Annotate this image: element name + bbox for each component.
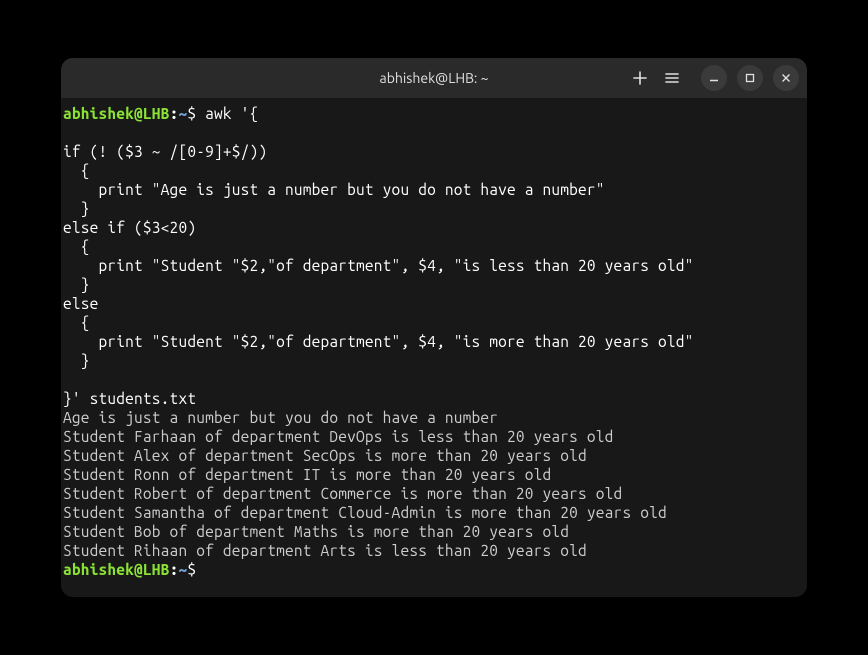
command-line-14: }	[63, 352, 90, 369]
command-line-7: else if ($3<20)	[63, 219, 196, 236]
prompt-symbol-2: $	[187, 561, 196, 578]
new-tab-button[interactable]	[631, 69, 649, 87]
command-line-11: else	[63, 295, 99, 312]
command-line-16: }' students.txt	[63, 390, 196, 407]
command-line-10: }	[63, 276, 90, 293]
prompt-path-2: ~	[178, 561, 187, 578]
minimize-button[interactable]	[701, 65, 727, 91]
terminal-body[interactable]: abhishek@LHB:~$ awk '{ if (! ($3 ~ /[0-9…	[61, 98, 807, 597]
command-line-5: print "Age is just a number but you do n…	[63, 181, 605, 198]
title-bar-controls	[631, 65, 799, 91]
command-line-4: {	[63, 162, 90, 179]
terminal-window: abhishek@LHB: ~ abhishek@LHB:~$ awk '	[61, 58, 807, 597]
output-line-8: Student Rihaan of department Arts is les…	[63, 542, 587, 559]
window-buttons	[701, 65, 799, 91]
prompt-user-host: abhishek@LHB	[63, 105, 170, 122]
output-line-1: Age is just a number but you do not have…	[63, 409, 498, 426]
prompt-symbol: $	[187, 105, 196, 122]
output-line-6: Student Samantha of department Cloud-Adm…	[63, 504, 667, 521]
prompt-user-host-2: abhishek@LHB	[63, 561, 170, 578]
close-button[interactable]	[773, 65, 799, 91]
output-line-3: Student Alex of department SecOps is mor…	[63, 447, 587, 464]
prompt-path: ~	[178, 105, 187, 122]
output-line-4: Student Ronn of department IT is more th…	[63, 466, 551, 483]
output-line-7: Student Bob of department Maths is more …	[63, 523, 569, 540]
command-line-8: {	[63, 238, 90, 255]
command-line-6: }	[63, 200, 90, 217]
maximize-button[interactable]	[737, 65, 763, 91]
output-line-5: Student Robert of department Commerce is…	[63, 485, 622, 502]
output-line-2: Student Farhaan of department DevOps is …	[63, 428, 614, 445]
command-line-1: awk '{	[196, 105, 258, 122]
menu-button[interactable]	[663, 69, 681, 87]
command-line-9: print "Student "$2,"of department", $4, …	[63, 257, 693, 274]
title-bar: abhishek@LHB: ~	[61, 58, 807, 98]
command-line-13: print "Student "$2,"of department", $4, …	[63, 333, 693, 350]
command-line-12: {	[63, 314, 90, 331]
command-line-3: if (! ($3 ~ /[0-9]+$/))	[63, 143, 267, 160]
